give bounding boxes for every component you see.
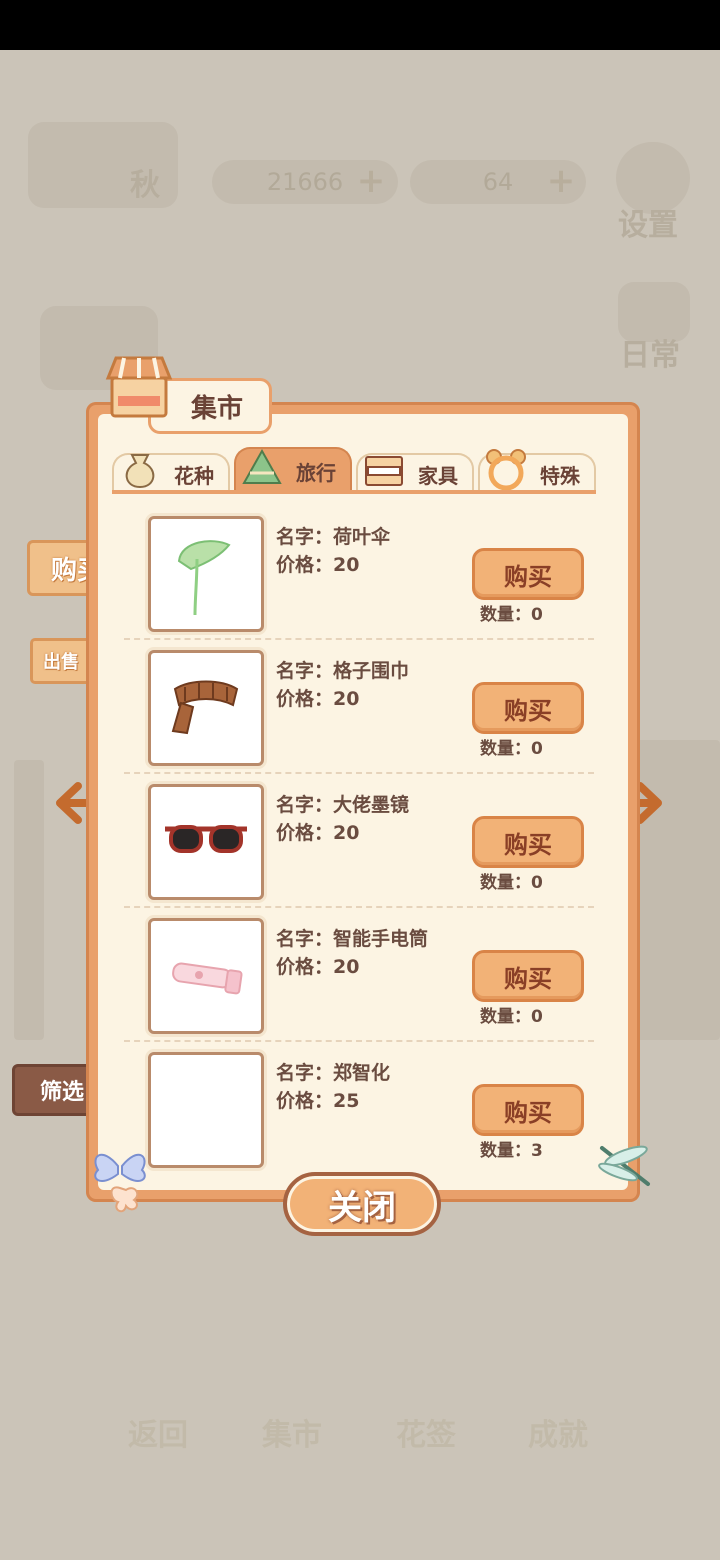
butterfly-icon <box>88 1144 152 1226</box>
item-name: 名字：郑智化 <box>276 1062 391 1084</box>
buy-button[interactable]: 购买 <box>472 682 584 734</box>
zongzi-icon <box>240 447 284 491</box>
buy-button[interactable]: 购买 <box>472 950 584 1002</box>
fish-amount: 21666 <box>266 168 344 196</box>
tab-flower-seeds[interactable]: 花种 <box>112 453 230 493</box>
item-quantity: 数量：0 <box>480 739 543 759</box>
list-item: 名字：荷叶伞 价格：20 购买 数量：0 <box>118 506 598 640</box>
tab-special-label: 特殊 <box>540 463 580 488</box>
item-quantity: 数量：0 <box>480 1007 543 1027</box>
panel-title-text: 集市 <box>190 393 243 424</box>
tab-travel-label: 旅行 <box>296 460 336 485</box>
add-cheese-icon: + <box>546 161 576 201</box>
item-price: 价格：20 <box>276 956 360 978</box>
item-name: 名字：荷叶伞 <box>276 526 391 548</box>
close-button[interactable]: 关闭 <box>283 1172 441 1236</box>
item-price: 价格：20 <box>276 822 360 844</box>
tab-special[interactable]: 特殊 <box>478 449 596 493</box>
dragonfly-icon <box>594 1138 658 1198</box>
sell-side-tab-label: 出售 <box>43 652 79 673</box>
item-thumbnail <box>148 918 264 1034</box>
tab-flower-seeds-label: 花种 <box>174 463 214 488</box>
item-name: 名字：大佬墨镜 <box>276 794 410 816</box>
item-quantity: 数量：0 <box>480 605 543 625</box>
item-price: 价格：25 <box>276 1090 360 1112</box>
sell-side-tab[interactable]: 出售 <box>30 638 92 684</box>
season-label: 秋 <box>130 168 160 203</box>
settings-label: 设置 <box>618 208 678 243</box>
bottom-nav-achievement: 成就 <box>528 1418 588 1453</box>
tab-furniture-label: 家具 <box>418 463 458 488</box>
plaid-scarf-icon <box>171 680 239 735</box>
buy-button[interactable]: 购买 <box>472 548 584 600</box>
bed-icon <box>362 447 406 491</box>
item-price: 价格：20 <box>276 688 360 710</box>
status-bar <box>0 0 720 50</box>
bottom-nav-back: 返回 <box>128 1418 188 1453</box>
lotus-leaf-umbrella-icon <box>177 540 231 616</box>
list-item: 名字：大佬墨镜 价格：20 购买 数量：0 <box>118 774 598 908</box>
tab-underline <box>112 490 596 494</box>
item-thumbnail <box>148 650 264 766</box>
tab-furniture[interactable]: 家具 <box>356 453 474 493</box>
item-thumbnail <box>148 784 264 900</box>
background-lamp-post <box>14 760 44 1040</box>
item-name: 名字：格子围巾 <box>276 660 410 682</box>
bear-ring-icon <box>484 447 528 491</box>
list-item: 名字：郑智化 价格：25 购买 数量：3 <box>118 1042 598 1176</box>
category-tabs: 花种 旅行 家具 特殊 <box>112 447 596 493</box>
cheese-amount: 64 <box>482 168 514 196</box>
item-thumbnail <box>148 1052 264 1168</box>
close-button-label: 关闭 <box>328 1187 396 1228</box>
item-price: 价格：20 <box>276 554 360 576</box>
tab-travel[interactable]: 旅行 <box>234 447 352 493</box>
list-item: 名字：格子围巾 价格：20 购买 数量：0 <box>118 640 598 774</box>
list-item: 名字：智能手电筒 价格：20 购买 数量：0 <box>118 908 598 1042</box>
item-quantity: 数量：3 <box>480 1141 543 1161</box>
item-name: 名字：智能手电筒 <box>276 928 429 950</box>
seed-bag-icon <box>118 447 162 491</box>
bottom-nav-market: 集市 <box>262 1418 322 1453</box>
buy-button[interactable]: 购买 <box>472 1084 584 1136</box>
daily-label: 日常 <box>620 338 680 373</box>
bottom-nav-flower: 花签 <box>396 1418 456 1453</box>
item-thumbnail <box>148 516 264 632</box>
sunglasses-icon <box>165 825 247 853</box>
item-quantity: 数量：0 <box>480 873 543 893</box>
flashlight-icon <box>172 962 243 995</box>
buy-button[interactable]: 购买 <box>472 816 584 868</box>
filter-side-tab-label: 筛选 <box>39 1080 84 1105</box>
add-fish-icon: + <box>356 161 386 201</box>
market-stall-icon <box>104 352 174 422</box>
